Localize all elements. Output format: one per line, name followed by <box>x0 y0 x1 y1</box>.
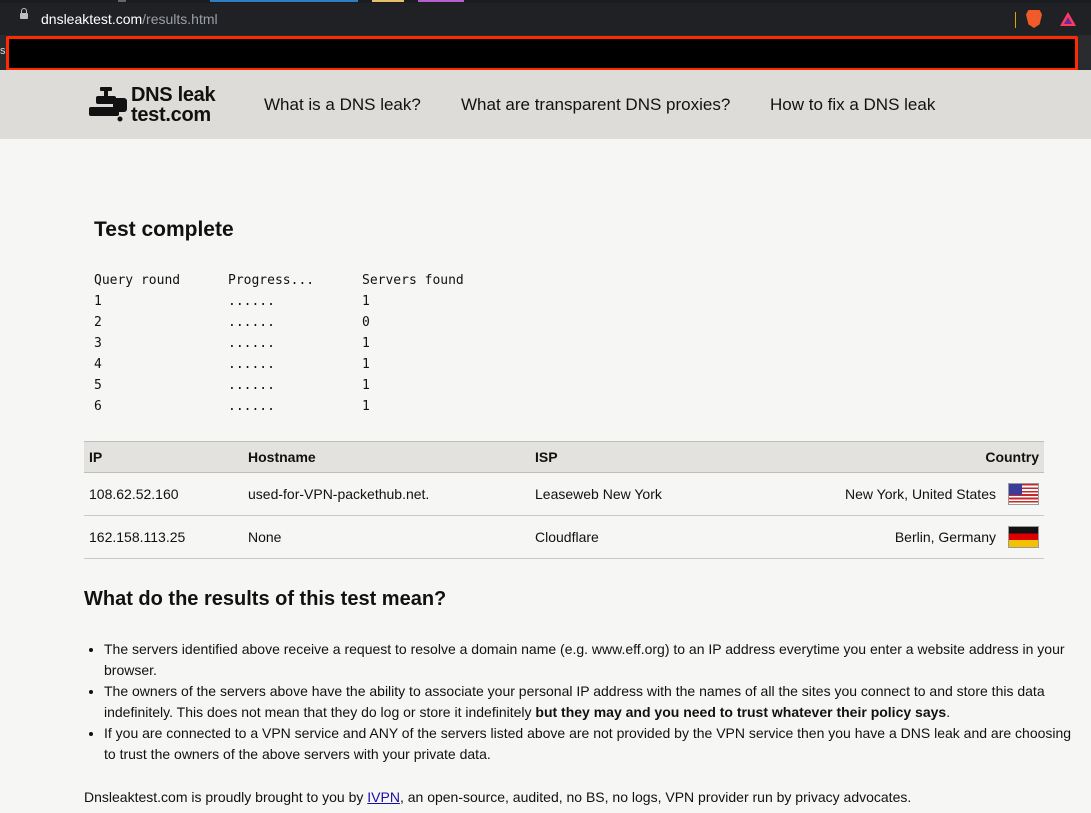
col-header-hostname: Hostname <box>243 441 530 473</box>
cell-ip: 162.158.113.25 <box>84 515 243 559</box>
round-progress: ...... <box>228 294 275 309</box>
cell-country: Berlin, Germany <box>740 515 1044 559</box>
tap-icon <box>89 87 127 122</box>
sponsor-note: Dnsleaktest.com is proudly brought to yo… <box>84 789 911 805</box>
round-progress: ...... <box>228 315 275 330</box>
lock-icon[interactable] <box>20 8 28 19</box>
country-text: New York, United States <box>845 486 996 502</box>
toolbar-divider <box>1015 12 1016 28</box>
round-number: 3 <box>94 336 102 351</box>
round-servers-found: 0 <box>362 315 370 330</box>
cell-isp: Leaseweb New York <box>530 472 740 516</box>
brave-shields-icon[interactable] <box>1026 10 1042 28</box>
round-number: 2 <box>94 315 102 330</box>
dns-servers-table: IP Hostname ISP Country 108.62.52.160 us… <box>84 441 1044 559</box>
round-progress: ...... <box>228 399 275 414</box>
tab-indicator[interactable] <box>372 0 404 2</box>
col-header-query-round: Query round <box>94 273 181 288</box>
col-header-servers-found: Servers found <box>362 273 464 288</box>
site-logo[interactable]: DNS leak test.com <box>89 83 229 127</box>
round-progress: ...... <box>228 378 275 393</box>
tab-indicator[interactable] <box>418 0 464 2</box>
tab-indicator[interactable] <box>118 0 126 2</box>
round-servers-found: 1 <box>362 378 370 393</box>
round-servers-found: 1 <box>362 357 370 372</box>
table-row: 108.62.52.160 used-for-VPN-packethub.net… <box>84 472 1044 516</box>
us-flag-icon <box>1008 483 1039 505</box>
sponsor-text: Dnsleaktest.com is proudly brought to yo… <box>84 789 368 805</box>
col-header-country: Country <box>740 441 1044 473</box>
cell-isp: Cloudflare <box>530 515 740 559</box>
list-item: If you are connected to a VPN service an… <box>104 723 1074 765</box>
list-item-text-end: . <box>946 704 951 720</box>
results-meaning-heading: What do the results of this test mean? <box>84 588 447 610</box>
nav-link-what-is-dns-leak[interactable]: What is a DNS leak? <box>264 95 421 115</box>
bookmark-item[interactable]: s <box>0 45 6 57</box>
nav-link-fix-dns-leak[interactable]: How to fix a DNS leak <box>770 95 935 115</box>
results-explanation-list: The servers identified above receive a r… <box>84 639 1074 765</box>
col-header-progress: Progress... <box>228 273 315 288</box>
redaction-box <box>6 36 1078 71</box>
table-header-row: IP Hostname ISP Country <box>84 441 1044 473</box>
test-complete-heading: Test complete <box>94 218 234 241</box>
round-number: 4 <box>94 357 102 372</box>
list-item: The servers identified above receive a r… <box>104 639 1074 681</box>
round-number: 5 <box>94 378 102 393</box>
country-text: Berlin, Germany <box>894 529 996 545</box>
bookmarks-bar: s <box>0 35 1091 71</box>
round-servers-found: 1 <box>362 336 370 351</box>
list-item: The owners of the servers above have the… <box>104 681 1074 723</box>
logo-text-line2: test.com <box>131 104 211 126</box>
url-domain: dnsleaktest.com <box>41 11 143 27</box>
url-path: /results.html <box>142 11 218 27</box>
round-number: 6 <box>94 399 102 414</box>
tab-indicator[interactable] <box>210 0 358 2</box>
round-progress: ...... <box>228 336 275 351</box>
round-servers-found: 1 <box>362 294 370 309</box>
round-servers-found: 1 <box>362 399 370 414</box>
brave-rewards-icon[interactable] <box>1060 12 1076 26</box>
round-number: 1 <box>94 294 102 309</box>
cell-hostname: None <box>243 515 530 559</box>
nav-link-transparent-dns-proxies[interactable]: What are transparent DNS proxies? <box>461 95 730 115</box>
cell-ip: 108.62.52.160 <box>84 472 243 516</box>
de-flag-icon <box>1008 526 1039 548</box>
cell-hostname: used-for-VPN-packethub.net. <box>243 472 530 516</box>
url-text[interactable]: dnsleaktest.com/results.html <box>41 11 218 27</box>
sponsor-text-end: , an open-source, audited, no BS, no log… <box>399 789 912 805</box>
address-bar[interactable]: dnsleaktest.com/results.html <box>0 3 1091 35</box>
table-row: 162.158.113.25 None Cloudflare Berlin, G… <box>84 515 1044 559</box>
col-header-ip: IP <box>84 441 243 473</box>
cell-country: New York, United States <box>740 472 1044 516</box>
col-header-isp: ISP <box>530 441 740 473</box>
round-progress: ...... <box>228 357 275 372</box>
site-header: DNS leak test.com What is a DNS leak? Wh… <box>0 70 1091 139</box>
list-item-bold-text: but they may and you need to trust whate… <box>535 704 947 720</box>
ivpn-link[interactable]: IVPN <box>367 789 400 805</box>
